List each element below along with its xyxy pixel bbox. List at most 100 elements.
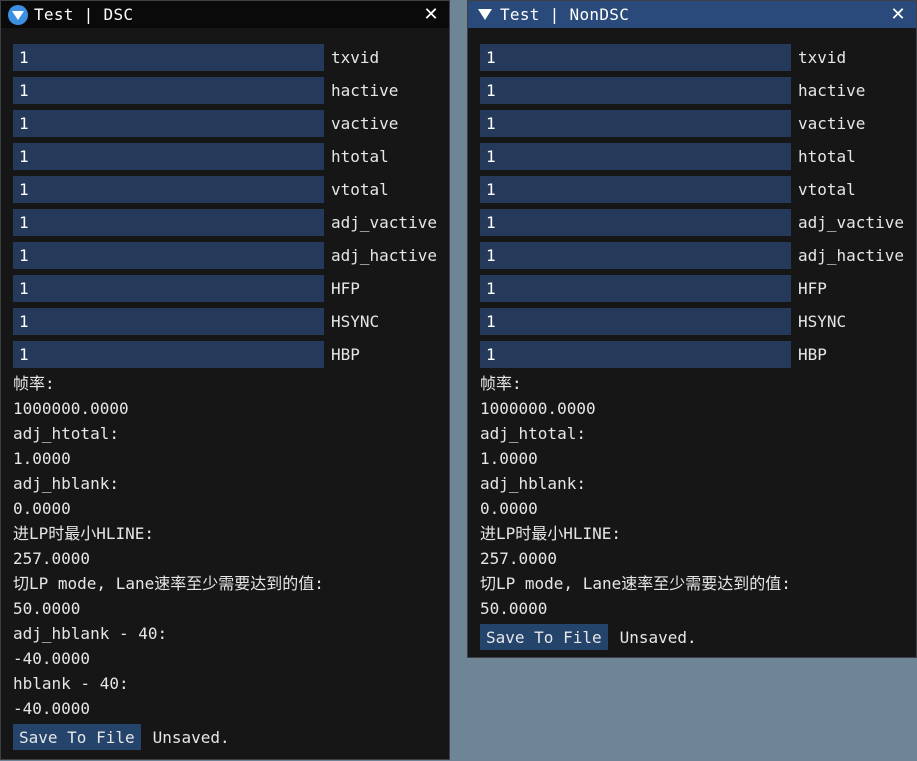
vtotal-input[interactable] bbox=[480, 176, 791, 203]
nondsc-content: txvid hactive vactive htotal vtotal adj_… bbox=[480, 41, 916, 650]
adj-htotal-value: 1.0000 bbox=[13, 449, 71, 468]
field-row-vtotal: vtotal bbox=[13, 173, 449, 206]
dsc-save-row: Save To File Unsaved. bbox=[13, 724, 449, 750]
adj-hblank-value: 0.0000 bbox=[480, 499, 538, 518]
field-row-hactive: hactive bbox=[480, 74, 916, 107]
adj-hblank-label: adj_hblank: bbox=[13, 474, 119, 493]
field-row-htotal: htotal bbox=[480, 140, 916, 173]
adj-htotal-label: adj_htotal: bbox=[480, 424, 586, 443]
hsync-input[interactable] bbox=[13, 308, 324, 335]
htotal-label: htotal bbox=[798, 147, 856, 166]
adj-vactive-input[interactable] bbox=[13, 209, 324, 236]
min-hline-value: 257.0000 bbox=[13, 549, 91, 568]
save-to-file-button[interactable]: Save To File bbox=[13, 724, 141, 750]
hsync-label: HSYNC bbox=[331, 312, 380, 331]
txvid-input[interactable] bbox=[480, 44, 791, 71]
hfp-input[interactable] bbox=[480, 275, 791, 302]
min-hline-label: 进LP时最小HLINE: bbox=[13, 524, 155, 543]
lane-rate-value: 50.0000 bbox=[13, 599, 81, 618]
hactive-label: hactive bbox=[331, 81, 399, 100]
field-row-hactive: hactive bbox=[13, 74, 449, 107]
field-row-adj-vactive: adj_vactive bbox=[480, 206, 916, 239]
adj-hblank-minus-40-label: adj_hblank - 40: bbox=[13, 624, 168, 643]
field-row-hbp: HBP bbox=[13, 338, 449, 371]
hactive-input[interactable] bbox=[480, 77, 791, 104]
txvid-input[interactable] bbox=[13, 44, 324, 71]
field-row-vactive: vactive bbox=[13, 107, 449, 140]
dsc-content: txvid hactive vactive htotal vtotal adj_… bbox=[13, 41, 449, 750]
adj-hactive-input[interactable] bbox=[480, 242, 791, 269]
lane-rate-value: 50.0000 bbox=[480, 599, 548, 618]
hfp-label: HFP bbox=[331, 279, 360, 298]
field-row-adj-hactive: adj_hactive bbox=[480, 239, 916, 272]
hsync-label: HSYNC bbox=[798, 312, 847, 331]
hfp-label: HFP bbox=[798, 279, 827, 298]
hblank-minus-40-label: hblank - 40: bbox=[13, 674, 129, 693]
adj-htotal-value: 1.0000 bbox=[480, 449, 538, 468]
field-row-hfp: HFP bbox=[480, 272, 916, 305]
frame-rate-label: 帧率: bbox=[480, 374, 522, 393]
dsc-output-list: 帧率: 1000000.0000 adj_htotal: 1.0000 adj_… bbox=[13, 371, 449, 721]
dsc-window-title: Test | DSC bbox=[34, 5, 134, 24]
adj-vactive-input[interactable] bbox=[480, 209, 791, 236]
txvid-label: txvid bbox=[798, 48, 847, 67]
field-row-hsync: HSYNC bbox=[13, 305, 449, 338]
lane-rate-label: 切LP mode, Lane速率至少需要达到的值: bbox=[13, 574, 324, 593]
nondsc-save-row: Save To File Unsaved. bbox=[480, 624, 916, 650]
hbp-label: HBP bbox=[331, 345, 360, 364]
vactive-input[interactable] bbox=[13, 110, 324, 137]
nondsc-field-list: txvid hactive vactive htotal vtotal adj_… bbox=[480, 41, 916, 371]
dsc-titlebar[interactable]: Test | DSC ✕ bbox=[1, 1, 449, 28]
field-row-hfp: HFP bbox=[13, 272, 449, 305]
txvid-label: txvid bbox=[331, 48, 380, 67]
vtotal-input[interactable] bbox=[13, 176, 324, 203]
close-button[interactable]: ✕ bbox=[421, 4, 441, 25]
hbp-label: HBP bbox=[798, 345, 827, 364]
field-row-htotal: htotal bbox=[13, 140, 449, 173]
adj-hactive-label: adj_hactive bbox=[331, 246, 437, 265]
field-row-hsync: HSYNC bbox=[480, 305, 916, 338]
adj-hactive-input[interactable] bbox=[13, 242, 324, 269]
hbp-input[interactable] bbox=[480, 341, 791, 368]
htotal-input[interactable] bbox=[13, 143, 324, 170]
save-to-file-button[interactable]: Save To File bbox=[480, 624, 608, 650]
field-row-hbp: HBP bbox=[480, 338, 916, 371]
field-row-adj-hactive: adj_hactive bbox=[13, 239, 449, 272]
hactive-input[interactable] bbox=[13, 77, 324, 104]
hsync-input[interactable] bbox=[480, 308, 791, 335]
nondsc-window: Test | NonDSC ✕ txvid hactive vactive ht… bbox=[467, 0, 917, 658]
adj-hblank-minus-40-value: -40.0000 bbox=[13, 649, 91, 668]
nondsc-output-list: 帧率: 1000000.0000 adj_htotal: 1.0000 adj_… bbox=[480, 371, 916, 621]
collapse-triangle-icon[interactable] bbox=[8, 4, 28, 25]
lane-rate-label: 切LP mode, Lane速率至少需要达到的值: bbox=[480, 574, 791, 593]
frame-rate-label: 帧率: bbox=[13, 374, 55, 393]
adj-hblank-label: adj_hblank: bbox=[480, 474, 586, 493]
field-row-vtotal: vtotal bbox=[480, 173, 916, 206]
adj-vactive-label: adj_vactive bbox=[798, 213, 904, 232]
frame-rate-value: 1000000.0000 bbox=[13, 399, 129, 418]
nondsc-window-title: Test | NonDSC bbox=[500, 5, 630, 24]
hfp-input[interactable] bbox=[13, 275, 324, 302]
min-hline-value: 257.0000 bbox=[480, 549, 558, 568]
field-row-txvid: txvid bbox=[480, 41, 916, 74]
field-row-adj-vactive: adj_vactive bbox=[13, 206, 449, 239]
htotal-label: htotal bbox=[331, 147, 389, 166]
vactive-label: vactive bbox=[331, 114, 399, 133]
hblank-minus-40-value: -40.0000 bbox=[13, 699, 91, 718]
adj-vactive-label: adj_vactive bbox=[331, 213, 437, 232]
adj-hactive-label: adj_hactive bbox=[798, 246, 904, 265]
vtotal-label: vtotal bbox=[331, 180, 389, 199]
min-hline-label: 进LP时最小HLINE: bbox=[480, 524, 622, 543]
collapse-triangle-icon[interactable] bbox=[478, 9, 492, 20]
vtotal-label: vtotal bbox=[798, 180, 856, 199]
dsc-window: Test | DSC ✕ txvid hactive vactive htota… bbox=[0, 0, 450, 760]
hbp-input[interactable] bbox=[13, 341, 324, 368]
vactive-input[interactable] bbox=[480, 110, 791, 137]
dsc-field-list: txvid hactive vactive htotal vtotal adj_… bbox=[13, 41, 449, 371]
frame-rate-value: 1000000.0000 bbox=[480, 399, 596, 418]
close-button[interactable]: ✕ bbox=[888, 4, 908, 25]
htotal-input[interactable] bbox=[480, 143, 791, 170]
vactive-label: vactive bbox=[798, 114, 866, 133]
adj-htotal-label: adj_htotal: bbox=[13, 424, 119, 443]
nondsc-titlebar[interactable]: Test | NonDSC ✕ bbox=[468, 1, 916, 28]
